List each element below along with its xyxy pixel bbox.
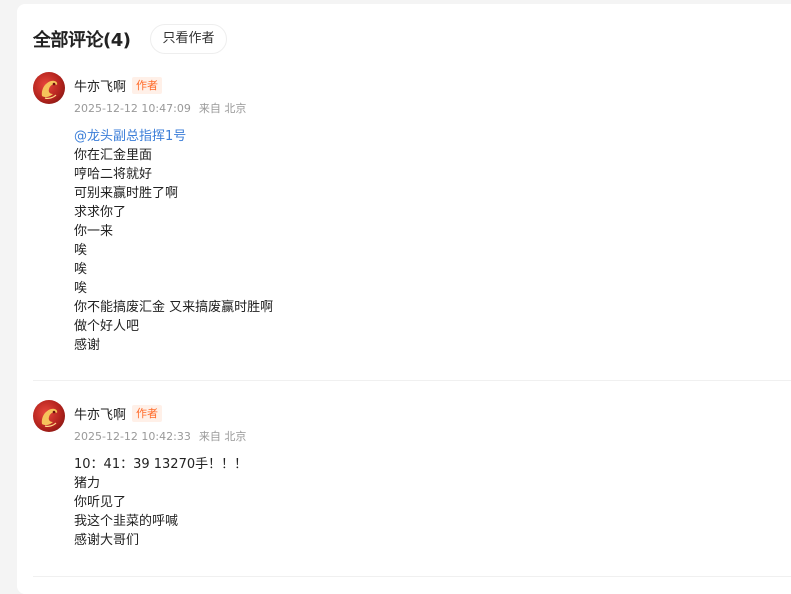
- comment-line: 做个好人吧: [74, 319, 140, 334]
- dragon-avatar-icon: [41, 80, 58, 99]
- comment-line: 可别来赢时胜了啊: [74, 186, 179, 201]
- comment-body: 10：41：39 13270手！！！ 猪力 你听见了 我这个韭菜的呼喊 感谢大哥…: [74, 455, 247, 550]
- dragon-avatar-icon: [41, 408, 58, 427]
- avatar[interactable]: [33, 400, 65, 432]
- comment-line: 唉: [74, 243, 88, 258]
- comment-body: @龙头副总指挥1号 你在汇金里面 哼哈二将就好 可别来赢时胜了啊 求求你了 你一…: [74, 127, 273, 355]
- comment-line: 感谢大哥们: [74, 533, 140, 548]
- comment-line: 我这个韭菜的呼喊: [74, 514, 179, 529]
- comment-location: 来自 北京: [198, 430, 247, 443]
- comment-line: 求求你了: [74, 205, 127, 220]
- avatar[interactable]: [33, 72, 65, 104]
- mention-link[interactable]: @龙头副总指挥1号: [74, 129, 186, 144]
- comment-divider: [33, 380, 791, 381]
- user-row: 牛亦飞啊 作者: [74, 76, 163, 95]
- comment-timestamp: 2025-12-12 10:42:33: [74, 430, 191, 443]
- comment-line: 唉: [74, 281, 88, 296]
- username[interactable]: 牛亦飞啊: [74, 76, 126, 95]
- comment-line: 你不能搞废汇金 又来搞废赢时胜啊: [74, 300, 274, 315]
- comment-location: 来自 北京: [198, 102, 247, 115]
- comment-line: 你听见了: [74, 495, 127, 510]
- comments-title: 全部评论(4): [33, 30, 131, 51]
- username[interactable]: 牛亦飞啊: [74, 404, 126, 423]
- comment-line: 感谢: [74, 338, 101, 353]
- comment-timestamp: 2025-12-12 10:47:09: [74, 102, 191, 115]
- comments-panel: 全部评论(4) 只看作者 牛亦飞啊 作者 2025-12-12 10:47:09…: [17, 4, 791, 594]
- comment-line: 唉: [74, 262, 88, 277]
- comment-meta: 2025-12-12 10:42:33 来自 北京: [74, 428, 246, 444]
- comments-header: 全部评论(4) 只看作者: [33, 24, 227, 54]
- user-row: 牛亦飞啊 作者: [74, 404, 163, 423]
- author-badge: 作者: [132, 77, 163, 94]
- comment-meta: 2025-12-12 10:47:09 来自 北京: [74, 100, 246, 116]
- author-only-filter-button[interactable]: 只看作者: [150, 24, 227, 54]
- author-badge: 作者: [132, 405, 163, 422]
- comment-line: 你在汇金里面: [74, 148, 153, 163]
- comment-line: 10：41：39 13270手！！！: [74, 457, 248, 472]
- comment-line: 猪力: [74, 476, 101, 491]
- comment-line: 哼哈二将就好: [74, 167, 153, 182]
- comment-line: 你一来: [74, 224, 114, 239]
